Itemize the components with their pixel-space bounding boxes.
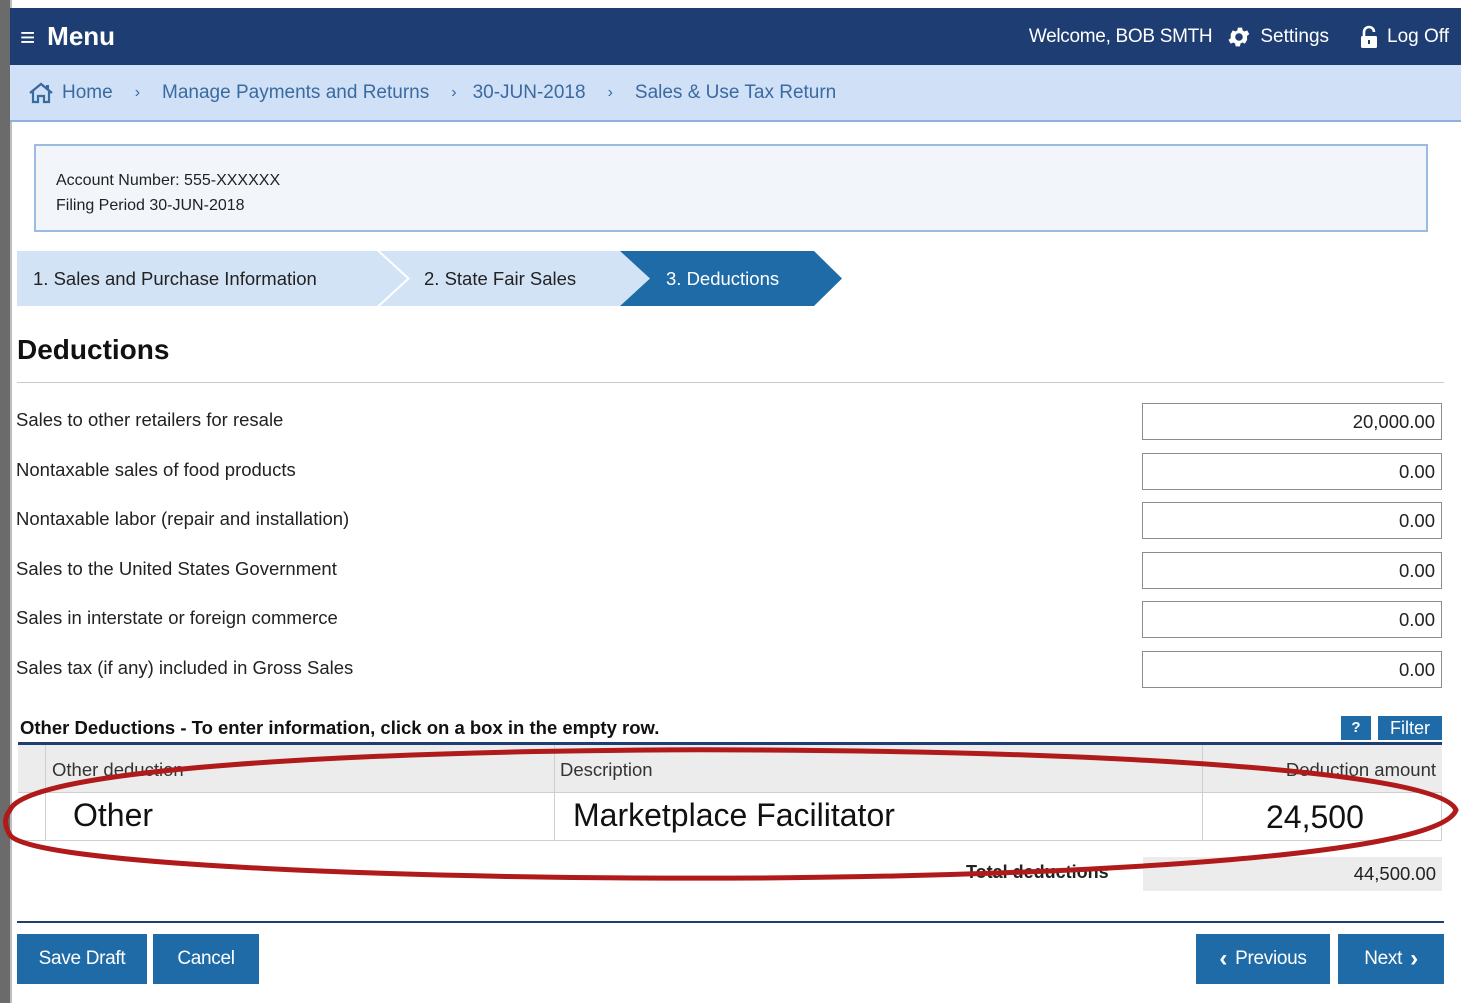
hamburger-icon: ≡ — [20, 21, 36, 52]
highlight-ellipse — [3, 747, 1459, 881]
deduction-row: Nontaxable sales of food products — [16, 453, 1442, 491]
step-label: 1. Sales and Purchase Information — [33, 267, 317, 289]
step-deductions[interactable]: 3. Deductions — [620, 251, 850, 306]
deduction-row: Nontaxable labor (repair and installatio… — [16, 502, 1442, 540]
labor-amount-input[interactable] — [1142, 502, 1442, 539]
help-button[interactable]: ? — [1341, 716, 1371, 740]
divider — [17, 382, 1444, 383]
deduction-row: Sales tax (if any) included in Gross Sal… — [16, 651, 1442, 689]
chevron-right-icon: › — [134, 83, 141, 101]
sales-tax-included-input[interactable] — [1142, 651, 1442, 688]
filter-button[interactable]: Filter — [1378, 716, 1442, 740]
page-title: Deductions — [17, 334, 170, 365]
deduction-label: Nontaxable sales of food products — [16, 459, 296, 480]
divider — [17, 921, 1444, 923]
top-nav-bar: ≡ Menu Welcome, BOB SMTH Settings Log Of… — [10, 8, 1461, 65]
user-area: Welcome, BOB SMTH Settings Log Off — [1029, 24, 1461, 50]
welcome-text: Welcome, BOB SMTH — [1028, 25, 1213, 47]
deduction-label: Sales to the United States Government — [16, 558, 337, 579]
step-label: 2. State Fair Sales — [424, 267, 577, 289]
chevron-right-icon: › — [607, 83, 613, 101]
previous-label: Previous — [1235, 948, 1307, 969]
lock-icon — [1361, 25, 1378, 48]
account-number: Account Number: 555-XXXXXX — [56, 172, 281, 189]
settings-label: Settings — [1260, 25, 1330, 47]
chevron-right-icon: › — [1410, 945, 1418, 972]
chevron-right-icon: › — [451, 83, 457, 101]
deduction-label: Sales in interstate or foreign commerce — [16, 607, 338, 628]
filing-period: Filing Period 30-JUN-2018 — [56, 197, 245, 214]
deduction-row: Sales in interstate or foreign commerce — [16, 601, 1442, 639]
breadcrumb: Home › Manage Payments and Returns › 30-… — [10, 65, 1461, 122]
save-draft-button[interactable]: Save Draft — [17, 934, 147, 984]
food-products-amount-input[interactable] — [1142, 453, 1442, 490]
step-label: 3. Deductions — [666, 267, 780, 289]
settings-link[interactable]: Settings — [1226, 24, 1329, 50]
gear-icon — [1228, 27, 1250, 46]
next-button[interactable]: Next › — [1338, 934, 1444, 984]
cancel-button[interactable]: Cancel — [153, 934, 259, 984]
home-icon[interactable] — [28, 81, 54, 104]
account-info-box: Account Number: 555-XXXXXX Filing Period… — [34, 144, 1428, 232]
step-state-fair[interactable]: 2. State Fair Sales — [380, 251, 660, 306]
other-deductions-title: Other Deductions - To enter information,… — [20, 717, 660, 738]
interstate-amount-input[interactable] — [1142, 601, 1442, 638]
deduction-row: Sales to other retailers for resale — [16, 403, 1442, 441]
other-deductions-header: Other Deductions - To enter information,… — [18, 716, 1442, 742]
deduction-label: Sales to other retailers for resale — [16, 409, 284, 430]
deduction-row: Sales to the United States Government — [16, 552, 1442, 590]
step-sales-purchase[interactable]: 1. Sales and Purchase Information — [17, 251, 412, 306]
us-government-amount-input[interactable] — [1142, 552, 1442, 589]
menu-label: Menu — [47, 21, 116, 51]
deduction-label: Nontaxable labor (repair and installatio… — [16, 508, 350, 529]
breadcrumb-manage-payments[interactable]: Manage Payments and Returns — [162, 82, 429, 104]
deduction-label: Sales tax (if any) included in Gross Sal… — [16, 657, 354, 678]
next-label: Next — [1364, 948, 1403, 969]
breadcrumb-current: Sales & Use Tax Return — [634, 81, 837, 103]
logoff-label: Log Off — [1387, 25, 1449, 47]
breadcrumb-period[interactable]: 30-JUN-2018 — [473, 82, 586, 104]
menu-button[interactable]: ≡ Menu — [20, 21, 115, 52]
logoff-link[interactable]: Log Off — [1359, 25, 1449, 49]
previous-button[interactable]: ‹ Previous — [1196, 934, 1330, 984]
resale-amount-input[interactable] — [1142, 403, 1442, 440]
chevron-left-icon: ‹ — [1219, 945, 1228, 972]
breadcrumb-home[interactable]: Home — [62, 82, 113, 104]
